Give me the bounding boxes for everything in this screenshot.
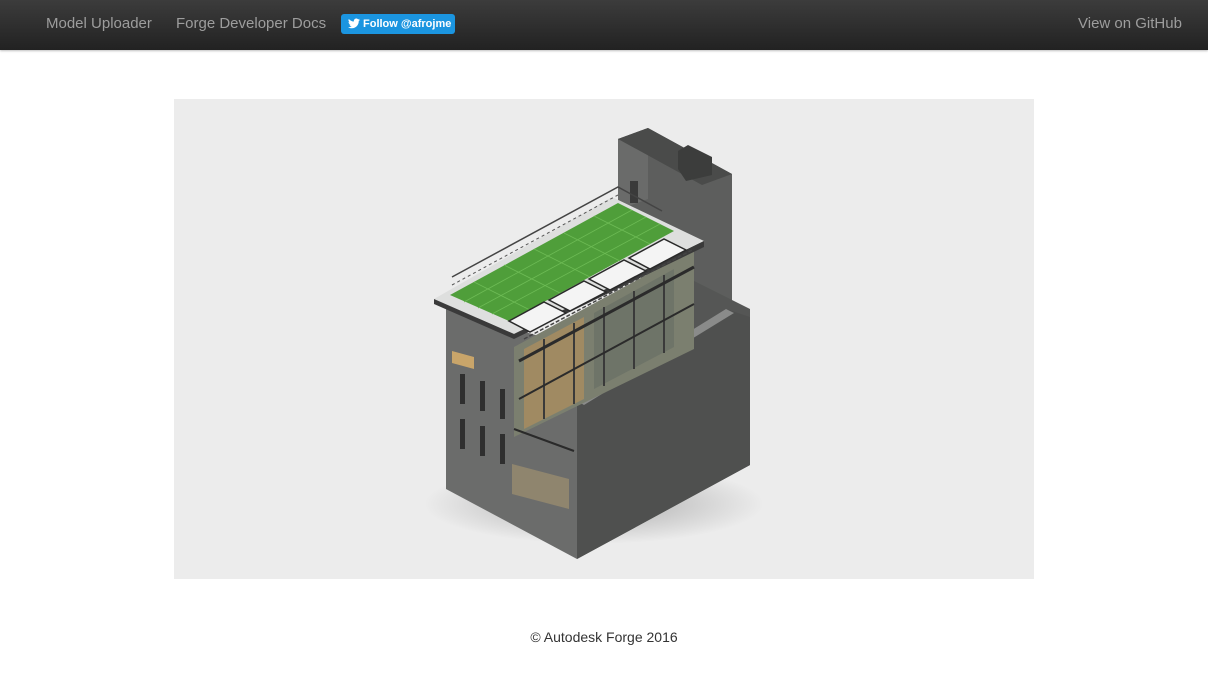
view-on-github-link[interactable]: View on GitHub — [1078, 0, 1182, 50]
model-viewer[interactable] — [174, 99, 1034, 579]
window — [500, 389, 505, 419]
window — [480, 426, 485, 456]
twitter-bird-icon — [348, 16, 360, 36]
twitter-follow-button[interactable]: Follow @afrojme — [341, 14, 455, 34]
window — [500, 434, 505, 464]
twitter-follow-label: Follow @afrojme — [363, 18, 452, 30]
footer-copyright: © Autodesk Forge 2016 — [530, 629, 678, 645]
window — [460, 419, 465, 449]
window — [460, 374, 465, 404]
nav-link-model-uploader[interactable]: Model Uploader — [46, 0, 152, 50]
rooftop-unit — [678, 145, 712, 181]
window — [480, 381, 485, 411]
building-model-3d[interactable] — [174, 99, 1034, 579]
top-navbar: Model Uploader Forge Developer Docs Foll… — [0, 0, 1208, 50]
nav-link-forge-developer-docs[interactable]: Forge Developer Docs — [176, 0, 326, 50]
tower-window — [630, 181, 638, 203]
